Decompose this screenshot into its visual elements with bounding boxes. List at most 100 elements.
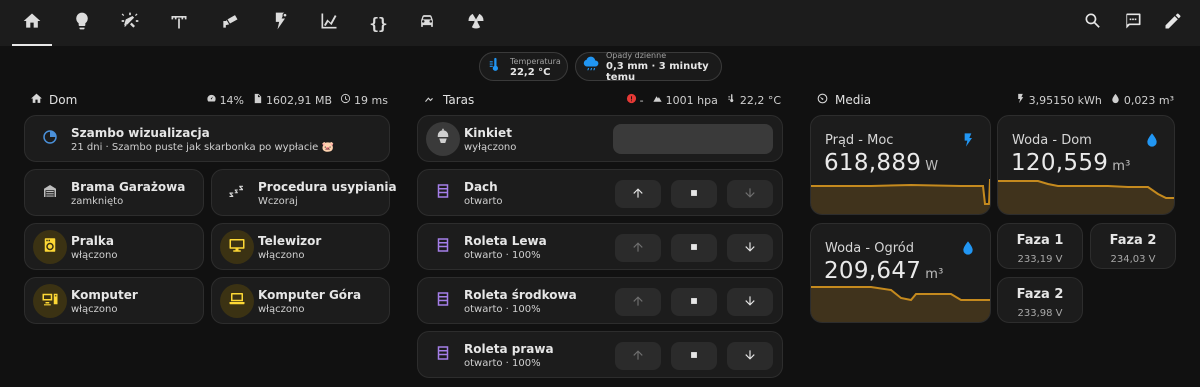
tab-irrigation[interactable] [106,0,154,46]
sensor-card-woda-ogrod[interactable]: Woda - Ogród 209,647 m³ [810,223,991,323]
open-button[interactable] [615,180,661,208]
sprinkler-icon [120,11,140,35]
arrow-up-icon [631,239,645,258]
sensor-history-graph [998,180,1174,214]
tile-state: 21 dni · Szambo puste jak skarbonka po w… [71,142,334,153]
close-button[interactable] [727,180,773,208]
temperature-badge[interactable]: Temperatura 22,2 °C [479,52,568,81]
tile-name: Brama Garażowa [71,180,186,194]
garage-icon [41,182,59,204]
badge-value: 22,2 °C [510,66,551,78]
sensor-value: 618,889 [824,150,922,176]
close-button[interactable] [727,288,773,316]
section-header-taras: Taras [424,92,474,108]
stop-button[interactable] [671,342,717,370]
phase-card-2[interactable]: Faza 2 234,03 V [1090,223,1176,269]
code-braces-icon: {} [369,13,387,33]
tile-telewizor[interactable]: Telewizor włączono [211,223,390,270]
tab-network[interactable] [155,0,203,46]
cpu-gauge-icon [206,93,220,107]
edit-button[interactable] [1153,0,1193,46]
section-title: Media [835,93,872,107]
phase-name: Faza 2 [1016,287,1064,302]
tab-history[interactable] [305,0,353,46]
tab-home[interactable] [8,0,56,46]
sensor-card-woda-dom[interactable]: Woda - Dom 120,559 m³ [997,115,1175,215]
tile-kinkiet[interactable]: Kinkiet wyłączono [417,115,783,162]
phase-card-3[interactable]: Faza 2 233,98 V [997,277,1083,323]
tile-szambo[interactable]: Szambo wizualizacja 21 dni · Szambo pust… [24,115,390,162]
sensor-history-graph [811,286,990,322]
tile-roleta-lewa[interactable]: Roleta Lewa otwarto · 100% [417,223,783,270]
section-header-media: Media [816,92,871,108]
tile-komputer-gora[interactable]: Komputer Góra włączono [211,277,390,324]
phase-voltage: 233,98 V [1017,308,1063,319]
brightness-slider[interactable] [613,124,773,154]
stop-icon [687,347,701,366]
energy-value: 3,95150 kWh [1028,93,1102,107]
tab-lights[interactable] [58,0,106,46]
badge-label: Temperatura [510,56,561,66]
sensor-unit: m³ [925,267,944,282]
tile-pralka[interactable]: Pralka włączono [24,223,204,270]
taras-stats: - 1001 hpa 22,2 °C [618,92,781,108]
tile-komputer[interactable]: Komputer włączono [24,277,204,324]
tile-procedura-usypiania[interactable]: Procedura usypiania Wczoraj [211,169,397,216]
arrow-down-icon [743,185,757,204]
uptime-stat: 19 ms [340,93,388,107]
tab-cameras[interactable] [206,0,254,46]
tab-developer[interactable]: {} [354,0,402,46]
search-button[interactable] [1073,0,1113,46]
tile-state: włączono [258,250,305,261]
phase-name: Faza 2 [1109,233,1157,248]
energy-stat: 3,95150 kWh [1015,93,1102,107]
tile-state: otwarto · 100% [464,358,541,369]
radioactive-icon [466,11,486,35]
badge-value: 0,3 mm · 3 minuty temu [606,61,709,83]
close-button[interactable] [727,234,773,262]
water-stat: 0,023 m³ [1110,93,1174,107]
alert-icon [626,93,640,107]
sensor-value: 120,559 [1011,150,1109,176]
tab-radiation[interactable] [452,0,500,46]
tile-brama-garazowa[interactable]: Brama Garażowa zamknięto [24,169,204,216]
tile-name: Roleta prawa [464,342,554,356]
television-icon [228,236,246,258]
tile-roleta-srodkowa[interactable]: Roleta środkowa otwarto · 100% [417,277,783,324]
phase-card-1[interactable]: Faza 1 233,19 V [997,223,1083,269]
close-button[interactable] [727,342,773,370]
tile-state: włączono [258,304,305,315]
rainfall-badge[interactable]: Opady dzienne 0,3 mm · 3 minuty temu [575,51,722,83]
sensor-value-wrap: 209,647 m³ [824,258,944,284]
desktop-computer-icon [41,290,59,312]
tile-icon [220,283,254,318]
open-button[interactable] [615,342,661,370]
tile-roleta-prawa[interactable]: Roleta prawa otwarto · 100% [417,331,783,378]
open-button[interactable] [615,288,661,316]
tile-state: otwarto · 100% [464,250,541,261]
sensor-card-prad-moc[interactable]: Prąd - Moc 618,889 W [810,115,991,215]
chart-icon [319,11,339,35]
phase-name: Faza 1 [1016,233,1064,248]
cpu-stat: 14% [206,93,244,107]
tile-state: włączono [71,304,118,315]
tab-car[interactable] [403,0,451,46]
flash-icon [1015,93,1029,107]
phase-voltage: 234,03 V [1110,254,1156,265]
pressure-value: 1001 hpa [665,93,718,107]
tile-name: Procedura usypiania [258,180,397,194]
tile-icon [33,283,67,318]
open-button[interactable] [615,234,661,262]
tab-energy[interactable] [256,0,304,46]
stop-button[interactable] [671,288,717,316]
stop-button[interactable] [671,234,717,262]
arrow-up-icon [631,293,645,312]
tile-icon [426,176,460,210]
stop-button[interactable] [671,180,717,208]
rain-cloud-icon [582,56,606,78]
tile-icon [426,338,460,372]
section-title: Dom [49,93,78,107]
tile-dach[interactable]: Dach otwarto [417,169,783,216]
assist-button[interactable] [1113,0,1153,46]
tile-icon [220,229,254,264]
